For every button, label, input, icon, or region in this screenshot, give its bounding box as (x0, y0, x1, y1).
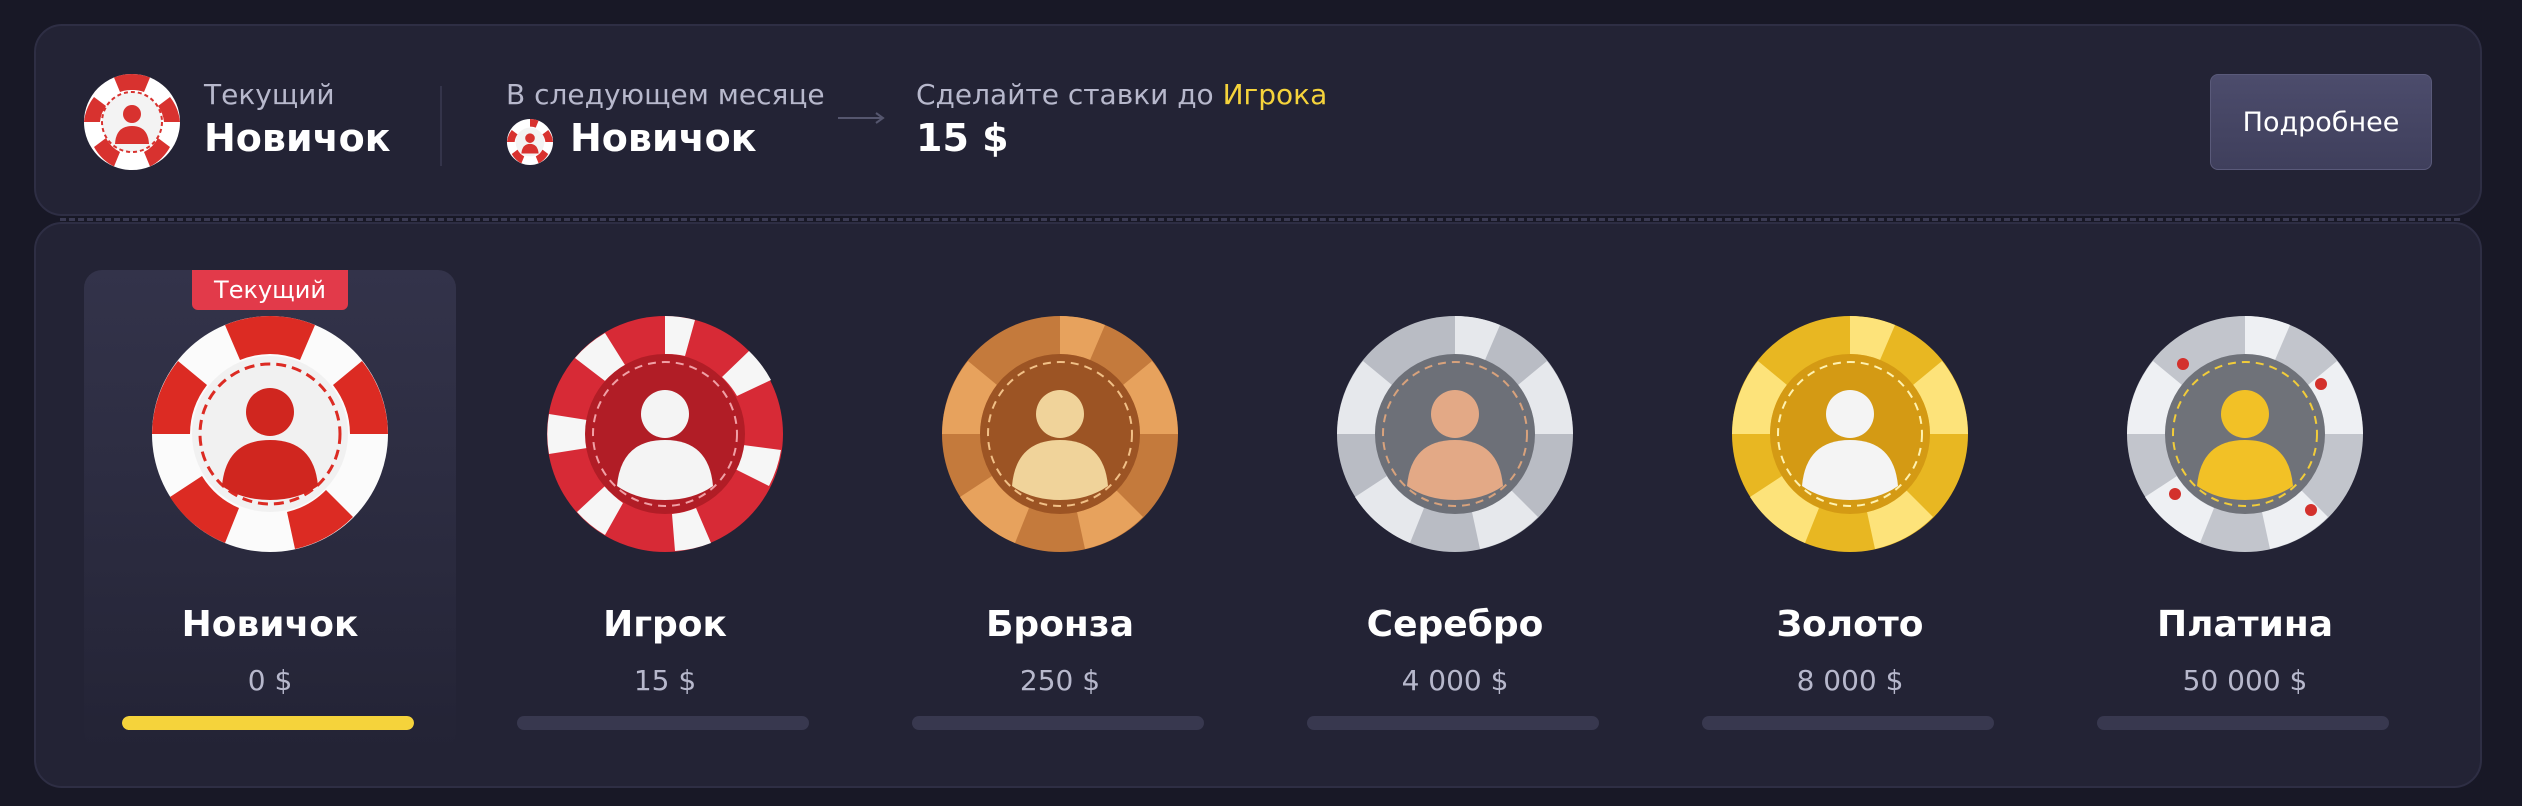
tier-progress-bar (2097, 716, 2389, 730)
bet-hint-prefix: Сделайте ставки до (916, 78, 1223, 111)
tier-amount: 8 000 $ (1796, 664, 1904, 697)
bronze-chip-icon (942, 316, 1178, 552)
tier-progress-bar (1307, 716, 1599, 730)
tier-card-gold[interactable]: Золото 8 000 $ (1664, 270, 2036, 750)
current-level-chip-icon (84, 74, 180, 170)
tier-amount: 250 $ (1019, 664, 1101, 697)
current-level-name: Новичок (204, 116, 391, 160)
gold-chip-icon (1732, 316, 1968, 552)
tier-progress-bar (517, 716, 809, 730)
tier-progress-bar (122, 716, 414, 730)
tier-card-player[interactable]: Игрок 15 $ (479, 270, 851, 750)
tier-amount: 4 000 $ (1401, 664, 1509, 697)
tier-card-silver[interactable]: Серебро 4 000 $ (1269, 270, 1641, 750)
tier-progress-bar (912, 716, 1204, 730)
more-details-button[interactable]: Подробнее (2210, 74, 2432, 170)
bet-hint: Сделайте ставки до Игрока (916, 78, 1327, 111)
next-month-level-name: Новичок (570, 116, 757, 160)
tier-amount: 0 $ (247, 664, 293, 697)
tier-name: Новичок (181, 604, 359, 645)
tier-progress-fill (122, 716, 414, 730)
tier-card-bronze[interactable]: Бронза 250 $ (874, 270, 1246, 750)
player-chip-icon (547, 316, 783, 552)
platinum-chip-icon (2127, 316, 2363, 552)
silver-chip-icon (1337, 316, 1573, 552)
arrow-right-icon (838, 112, 885, 124)
tier-name: Игрок (603, 604, 727, 645)
panel-dashed-divider (60, 218, 2460, 221)
bet-hint-target[interactable]: Игрока (1223, 78, 1328, 111)
tier-name: Золото (1776, 604, 1924, 645)
current-level-panel (34, 24, 2482, 216)
novice-chip-icon (152, 316, 388, 552)
header-divider (440, 86, 442, 166)
current-badge: Текущий (192, 270, 348, 310)
tier-amount: 15 $ (633, 664, 697, 697)
next-month-chip-icon (506, 118, 554, 166)
current-label: Текущий (204, 78, 335, 111)
tier-card-platinum[interactable]: Платина 50 000 $ (2059, 270, 2431, 750)
bet-amount: 15 $ (916, 116, 1009, 160)
tier-card-novice[interactable]: Текущий Новичок 0 $ (84, 270, 456, 750)
tier-name: Платина (2156, 604, 2334, 645)
tier-name: Серебро (1366, 604, 1544, 645)
tier-name: Бронза (985, 604, 1135, 645)
tier-progress-bar (1702, 716, 1994, 730)
tier-amount: 50 000 $ (2182, 664, 2308, 697)
next-month-label: В следующем месяце (506, 78, 825, 111)
